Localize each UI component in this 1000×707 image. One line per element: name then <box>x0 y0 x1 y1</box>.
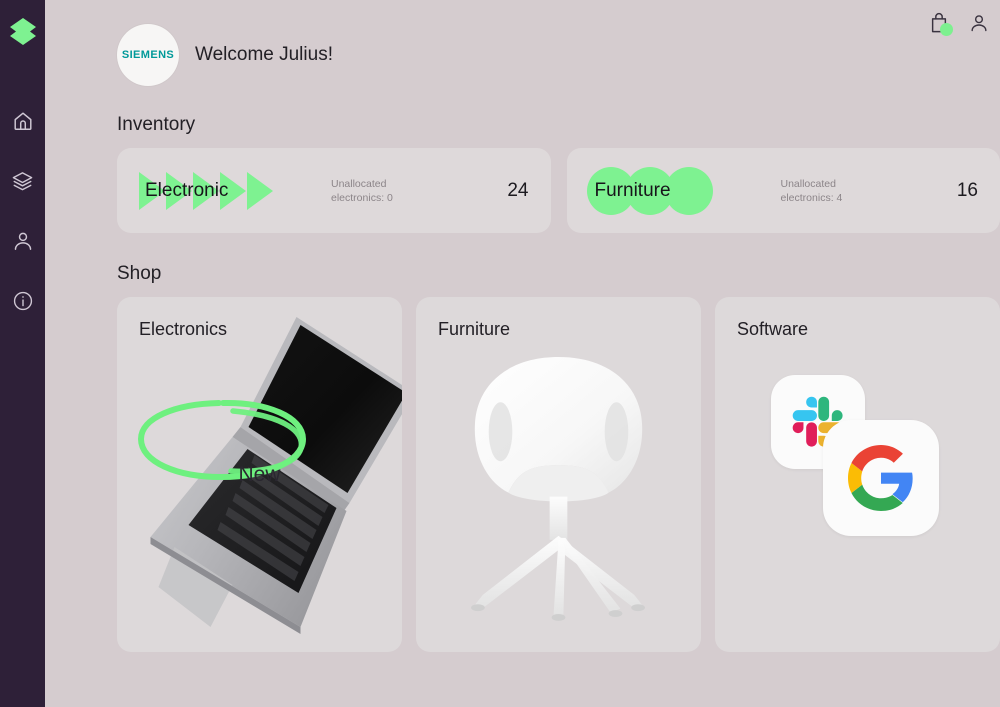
sidebar-item-inventory[interactable] <box>6 164 40 198</box>
new-annotation-circle <box>137 399 307 481</box>
shop-card-title: Furniture <box>438 319 511 339</box>
cart-badge <box>940 23 953 36</box>
shop-card-title: Software <box>737 319 809 339</box>
topbar <box>926 10 992 36</box>
inventory-label-wrap: Furniture <box>586 166 737 216</box>
sidebar-item-info[interactable] <box>6 284 40 318</box>
sidebar <box>0 0 45 707</box>
inventory-label-wrap: Electronic <box>137 166 287 216</box>
inventory-card-label: Furniture <box>594 179 671 201</box>
inventory-card-subtext: Unallocated electronics: 4 <box>780 177 843 204</box>
google-icon[interactable] <box>823 420 939 536</box>
shop-cards: Electronics New Furniture Software <box>117 297 1000 652</box>
new-badge-label: New <box>238 462 281 486</box>
shop-card-title: Electronics <box>139 319 228 339</box>
inventory-card-count: 16 <box>956 179 978 201</box>
shop-card-electronics[interactable]: Electronics New <box>117 297 402 652</box>
welcome-row: SIEMENS Welcome Julius! <box>117 24 1000 86</box>
app-root: SIEMENS Welcome Julius! Inventory Electr… <box>0 0 1000 707</box>
page-title: Welcome Julius! <box>195 44 333 65</box>
shop-card-furniture[interactable]: Furniture <box>416 297 701 652</box>
main-content: SIEMENS Welcome Julius! Inventory Electr… <box>45 0 1000 707</box>
inventory-card-label: Electronic <box>145 179 229 201</box>
shop-section-title: Shop <box>117 263 162 284</box>
brand-logo-icon[interactable] <box>6 16 40 52</box>
app-icons-group <box>763 375 993 575</box>
sidebar-item-home[interactable] <box>6 104 40 138</box>
inventory-cards: Electronic Unallocated electronics: 0 24… <box>117 148 1000 233</box>
inventory-card-furniture[interactable]: Furniture Unallocated electronics: 4 16 <box>566 148 1000 233</box>
siemens-logo-text: SIEMENS <box>121 49 175 61</box>
account-icon[interactable] <box>966 10 992 36</box>
inventory-card-subtext: Unallocated electronics: 0 <box>331 177 393 204</box>
shop-card-software[interactable]: Software <box>715 297 1000 652</box>
inventory-card-count: 24 <box>507 179 529 201</box>
sidebar-nav <box>0 104 45 318</box>
chair-image <box>471 357 645 621</box>
inventory-section-title: Inventory <box>117 114 196 135</box>
avatar: SIEMENS <box>117 24 179 86</box>
shopping-bag-icon[interactable] <box>926 10 953 36</box>
sidebar-item-account[interactable] <box>6 224 40 258</box>
inventory-card-electronic[interactable]: Electronic Unallocated electronics: 0 24 <box>117 148 551 233</box>
